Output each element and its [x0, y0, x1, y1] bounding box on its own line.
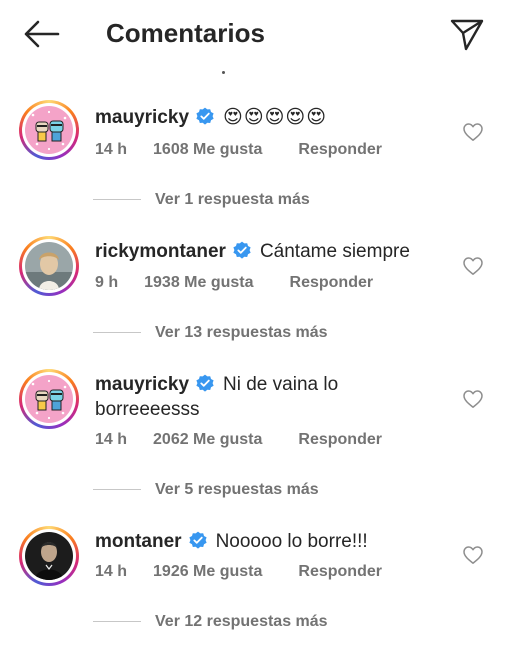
- arrow-left-icon[interactable]: [22, 19, 60, 49]
- avatar[interactable]: [19, 100, 79, 160]
- avatar[interactable]: [19, 369, 79, 429]
- reply-button[interactable]: Responder: [298, 430, 382, 450]
- comment-text: Ni de vaina lo: [223, 374, 339, 395]
- likes-count[interactable]: 2062 Me gusta: [153, 430, 262, 450]
- reply-button[interactable]: Responder: [298, 562, 382, 582]
- avatar-image: [25, 242, 73, 290]
- likes-count[interactable]: 1608 Me gusta: [153, 140, 262, 160]
- divider-line: [93, 621, 141, 623]
- heart-outline-icon[interactable]: [462, 122, 484, 142]
- reply-button[interactable]: Responder: [290, 273, 374, 293]
- view-replies-label: Ver 13 respuestas más: [155, 324, 328, 341]
- comment-username[interactable]: rickymontaner: [95, 241, 226, 262]
- view-replies-label: Ver 5 respuestas más: [155, 481, 319, 498]
- divider-line: [93, 332, 141, 334]
- comment-username[interactable]: montaner: [95, 531, 182, 552]
- avatar-image: [25, 106, 73, 154]
- comment-timestamp: 14 h: [95, 563, 128, 580]
- comment-text: Nooooo lo borre!!!: [215, 531, 368, 552]
- view-replies-link[interactable]: Ver 1 respuesta más: [93, 190, 310, 210]
- verified-badge-icon: [188, 531, 207, 549]
- verified-badge-icon: [196, 107, 214, 125]
- heart-outline-icon[interactable]: [462, 256, 484, 276]
- heart-outline-icon[interactable]: [462, 389, 484, 409]
- verified-badge-icon: [196, 374, 214, 392]
- reply-button[interactable]: Responder: [298, 140, 382, 160]
- divider-line: [93, 199, 141, 201]
- view-replies-label: Ver 1 respuesta más: [155, 191, 310, 208]
- likes-count[interactable]: 1926 Me gusta: [153, 562, 262, 582]
- heart-outline-icon[interactable]: [462, 545, 484, 565]
- comment-timestamp: 14 h: [95, 431, 128, 448]
- view-replies-link[interactable]: Ver 13 respuestas más: [93, 323, 328, 343]
- avatar-image: [25, 532, 73, 580]
- page-title: Comentarios: [106, 18, 265, 48]
- paper-plane-icon[interactable]: [449, 16, 485, 52]
- view-replies-link[interactable]: Ver 12 respuestas más: [93, 612, 328, 632]
- comment-text-continued: borreeeesss: [95, 399, 200, 420]
- comment-timestamp: 9 h: [95, 274, 119, 291]
- view-replies-link[interactable]: Ver 5 respuestas más: [93, 480, 319, 500]
- avatar[interactable]: [19, 526, 79, 586]
- verified-badge-icon: [233, 241, 251, 259]
- avatar-image: [25, 375, 73, 423]
- divider-line: [93, 489, 141, 491]
- loading-dot: [222, 71, 225, 74]
- avatar[interactable]: [19, 236, 79, 296]
- likes-count[interactable]: 1938 Me gusta: [144, 273, 253, 293]
- comment-timestamp: 14 h: [95, 141, 128, 158]
- comment-username[interactable]: mauyricky: [95, 107, 189, 128]
- header-bar: Comentarios: [0, 0, 513, 66]
- comment-username[interactable]: mauyricky: [95, 374, 189, 395]
- view-replies-label: Ver 12 respuestas más: [155, 613, 328, 630]
- comment-text: Cántame siempre: [259, 241, 410, 262]
- comment-text: 😍😍😍😍😍: [223, 107, 328, 128]
